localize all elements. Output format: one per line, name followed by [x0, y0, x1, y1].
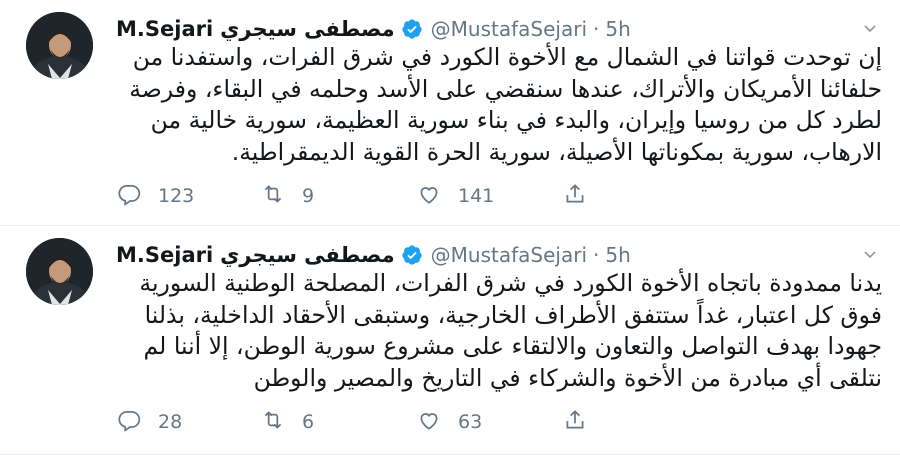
verified-badge-icon: [401, 18, 423, 40]
display-name-latin[interactable]: M.Sejari: [116, 243, 213, 267]
reply-button[interactable]: 123: [116, 180, 194, 212]
heart-icon: [416, 407, 442, 438]
reply-count: 123: [158, 185, 195, 207]
handle[interactable]: @MustafaSejari: [431, 17, 587, 41]
retweet-button[interactable]: 9: [260, 180, 314, 212]
like-button[interactable]: 63: [416, 406, 482, 438]
display-name-arabic[interactable]: مصطفى سيجري: [220, 243, 395, 267]
chevron-down-icon[interactable]: [862, 246, 878, 262]
retweet-count: 6: [302, 411, 315, 433]
retweet-button[interactable]: 6: [260, 406, 314, 438]
retweet-icon: [260, 407, 286, 438]
display-name-arabic[interactable]: مصطفى سيجري: [220, 17, 395, 41]
retweet-count: 9: [302, 185, 315, 207]
tweet-header: M.Sejari مصطفى سيجري @MustafaSejari · 5h: [116, 240, 631, 270]
tweet-actions: 123 9 141: [116, 180, 616, 212]
reply-icon: [116, 407, 142, 438]
handle[interactable]: @MustafaSejari: [431, 243, 587, 267]
tweet-header: M.Sejari مصطفى سيجري @MustafaSejari · 5h: [116, 14, 631, 44]
avatar[interactable]: [26, 12, 93, 79]
retweet-icon: [260, 181, 286, 212]
separator-dot: ·: [593, 243, 600, 267]
share-icon: [562, 407, 588, 438]
timestamp[interactable]: 5h: [605, 243, 630, 267]
tweet-text: إن توحدت قواتنا في الشمال مع الأخوة الكو…: [129, 43, 882, 166]
avatar[interactable]: [26, 238, 93, 305]
tweet-actions: 28 6 63: [116, 406, 616, 438]
timestamp[interactable]: 5h: [605, 17, 630, 41]
separator-dot: ·: [593, 17, 600, 41]
chevron-down-icon[interactable]: [862, 20, 878, 36]
tweet[interactable]: M.Sejari مصطفى سيجري @MustafaSejari · 5h…: [0, 226, 900, 455]
tweet-text: يدنا ممدودة باتجاه الأخوة الكورد في شرق …: [139, 269, 882, 392]
share-button[interactable]: [562, 406, 588, 438]
like-count: 63: [458, 411, 483, 433]
display-name-latin[interactable]: M.Sejari: [116, 17, 213, 41]
share-button[interactable]: [562, 180, 588, 212]
verified-badge-icon: [401, 244, 423, 266]
reply-icon: [116, 181, 142, 212]
reply-button[interactable]: 28: [116, 406, 182, 438]
like-count: 141: [458, 185, 495, 207]
share-icon: [562, 181, 588, 212]
tweet[interactable]: M.Sejari مصطفى سيجري @MustafaSejari · 5h…: [0, 0, 900, 226]
heart-icon: [416, 181, 442, 212]
like-button[interactable]: 141: [416, 180, 494, 212]
reply-count: 28: [158, 411, 183, 433]
